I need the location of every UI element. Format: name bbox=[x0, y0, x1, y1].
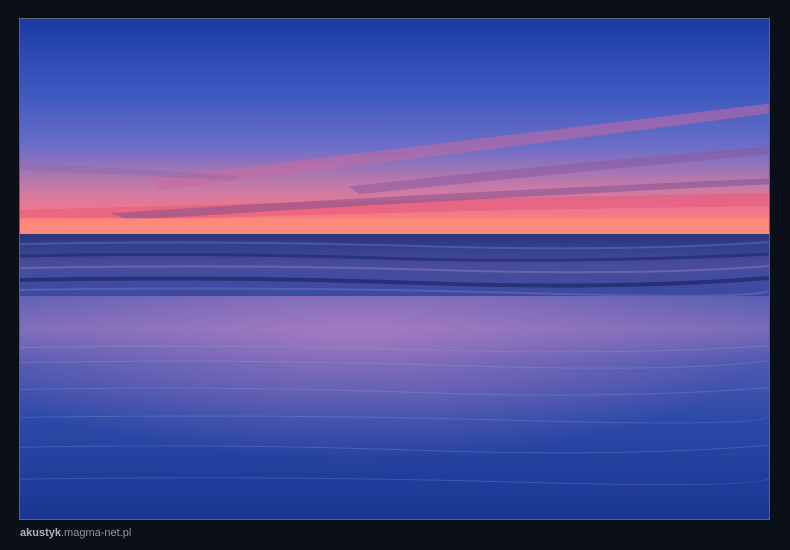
site-domain: .magma-net.pl bbox=[60, 527, 132, 539]
photo-frame: akustyk.magma-net.pl bbox=[0, 0, 790, 550]
horizon-glow bbox=[20, 218, 769, 235]
photographer-credit: akustyk.magma-net.pl bbox=[20, 527, 131, 539]
sky-reflection bbox=[20, 295, 769, 519]
seascape-photo bbox=[19, 18, 770, 520]
author-name: akustyk bbox=[20, 527, 61, 539]
